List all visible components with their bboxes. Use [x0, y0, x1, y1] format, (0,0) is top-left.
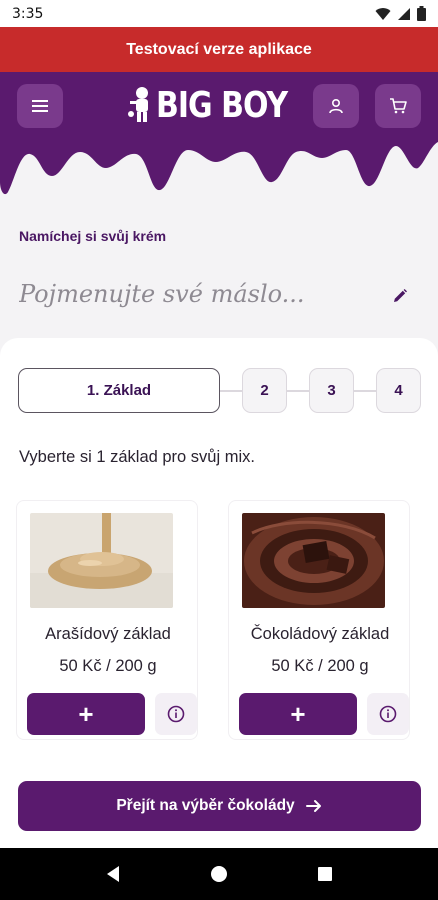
step-2[interactable]: 2: [242, 368, 287, 413]
cart-icon: [390, 98, 407, 114]
info-chocolate-button[interactable]: [367, 693, 409, 735]
info-icon: [167, 705, 185, 723]
wifi-icon: [375, 7, 391, 20]
chocolate-swirl-image: [242, 513, 385, 608]
logo-text: BIG BOY: [156, 84, 288, 126]
step-1-base[interactable]: 1. Základ: [18, 368, 220, 413]
product-name: Arašídový základ: [45, 625, 171, 643]
battery-icon: [417, 6, 426, 21]
test-version-banner: Testovací verze aplikace: [0, 27, 438, 72]
cta-label: Přejít na výběr čokolády: [116, 797, 295, 814]
product-price: 50 Kč / 200 g: [59, 657, 157, 675]
home-icon[interactable]: [210, 865, 228, 883]
add-chocolate-button[interactable]: +: [239, 693, 357, 735]
recents-icon[interactable]: [317, 866, 333, 882]
hamburger-menu-icon: [32, 100, 48, 112]
product-card-chocolate: Čokoládový základ 50 Kč / 200 g +: [228, 500, 410, 740]
instruction-text: Vyberte si 1 základ pro svůj mix.: [19, 448, 255, 466]
section-label: Namíchej si svůj krém: [19, 228, 167, 244]
info-icon: [379, 705, 397, 723]
big-boy-logo[interactable]: BIG BOY: [128, 84, 288, 126]
menu-button[interactable]: [17, 84, 63, 128]
product-card-peanut: Arašídový základ 50 Kč / 200 g +: [16, 500, 198, 740]
step-4[interactable]: 4: [376, 368, 421, 413]
cart-button[interactable]: [375, 84, 421, 128]
system-nav-bar: [0, 848, 438, 900]
add-peanut-button[interactable]: +: [27, 693, 145, 735]
cell-signal-icon: [398, 7, 410, 20]
peanut-butter-image: [30, 513, 173, 608]
back-icon[interactable]: [105, 865, 121, 883]
account-button[interactable]: [313, 84, 359, 128]
status-time: 3:35: [12, 5, 44, 22]
status-icons: [375, 6, 426, 21]
info-peanut-button[interactable]: [155, 693, 197, 735]
arrow-right-icon: [305, 800, 321, 812]
butter-name-input[interactable]: [19, 272, 389, 316]
app-header: BIG BOY: [0, 72, 438, 202]
product-price: 50 Kč / 200 g: [271, 657, 369, 675]
pencil-icon[interactable]: [390, 286, 410, 306]
status-bar: 3:35: [0, 0, 438, 27]
user-icon: [329, 98, 343, 114]
product-name: Čokoládový základ: [250, 625, 390, 643]
step-indicator: 1. Základ 2 3 4: [18, 368, 422, 414]
continue-to-chocolate-button[interactable]: Přejít na výběr čokolády: [18, 781, 421, 831]
step-3[interactable]: 3: [309, 368, 354, 413]
big-boy-mascot-icon: [128, 87, 148, 122]
